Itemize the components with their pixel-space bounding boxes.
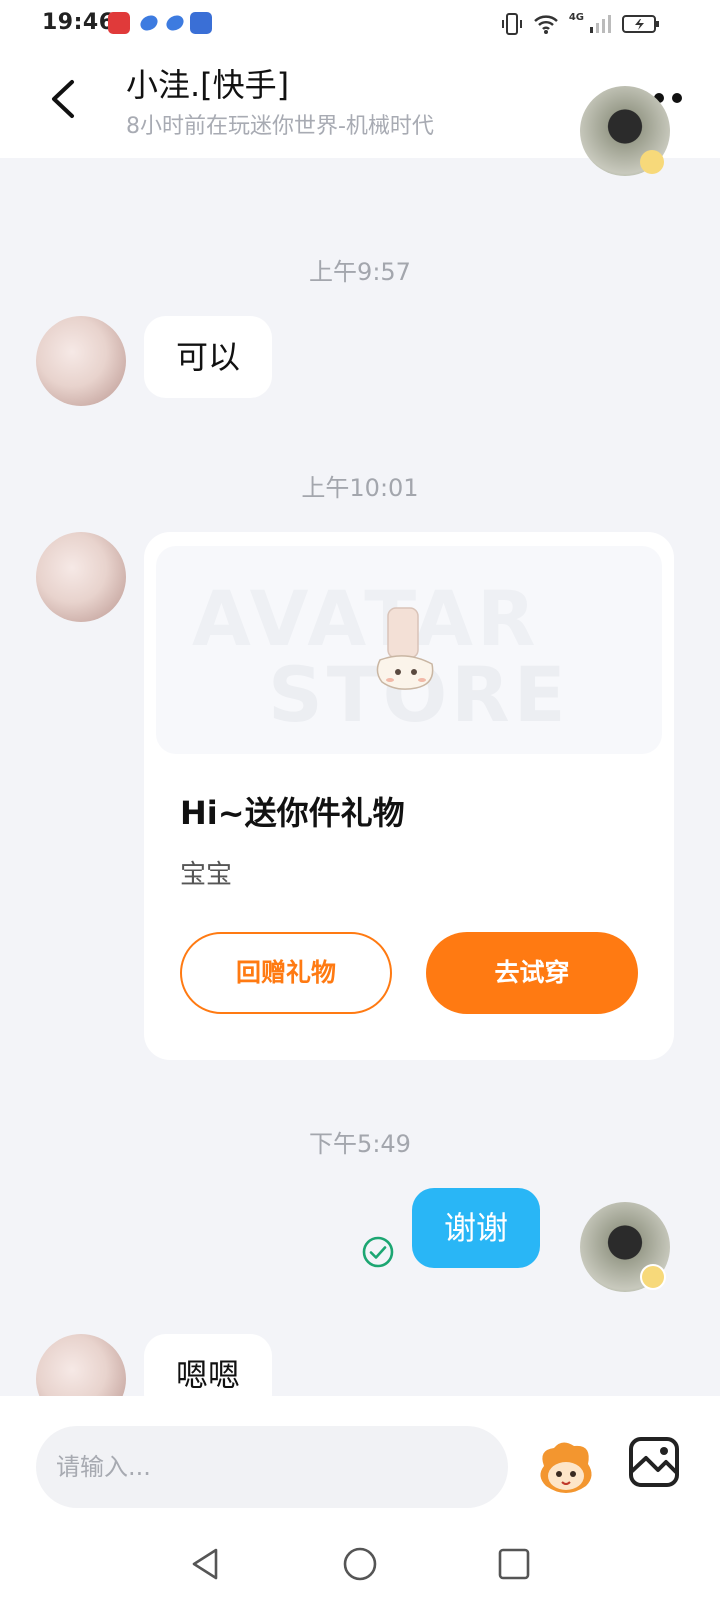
system-nav-bar: [0, 1514, 720, 1612]
avatar-badge-icon: [640, 150, 664, 174]
contact-name: 小洼.[快手]: [126, 66, 290, 104]
return-gift-button[interactable]: 回赠礼物: [180, 932, 392, 1014]
gift-preview-image[interactable]: AVATAR STORE: [156, 546, 662, 754]
avatar-badge-icon: [640, 1264, 666, 1290]
netease-music-notification-icon: [108, 12, 130, 34]
network-type-label: 4G: [568, 12, 584, 23]
try-on-button[interactable]: 去试穿: [426, 932, 638, 1014]
nav-recents-button[interactable]: [496, 1546, 532, 1582]
emoji-button[interactable]: [534, 1436, 598, 1500]
nav-back-icon: [192, 1548, 218, 1580]
signal-icon: [590, 15, 611, 33]
back-arrow-icon: [52, 80, 74, 118]
status-time: 19:46: [42, 10, 115, 35]
image-picker-button[interactable]: [628, 1436, 680, 1488]
contact-avatar[interactable]: [36, 532, 126, 622]
back-button[interactable]: [44, 74, 84, 124]
gift-title: Hi~送你件礼物: [180, 794, 405, 832]
gift-item-icon: [376, 607, 434, 690]
gift-subtitle: 宝宝: [180, 860, 233, 890]
message-timestamp: 上午9:57: [309, 258, 411, 286]
message-timestamp: 上午10:01: [301, 474, 419, 502]
nav-home-icon: [343, 1547, 377, 1581]
read-check-icon: [362, 1236, 394, 1268]
app-notification-icon: [190, 12, 212, 34]
message-timestamp: 下午5:49: [309, 1130, 411, 1158]
wifi-icon: [534, 15, 558, 34]
nav-back-button[interactable]: [188, 1546, 224, 1582]
image-icon: [629, 1437, 679, 1487]
incoming-message[interactable]: 可以: [144, 316, 273, 398]
vibrate-icon: [501, 13, 522, 35]
battery-icon: [622, 15, 659, 33]
status-indicators: 4G: [501, 12, 660, 36]
message-input-bar: 请输入...: [0, 1396, 720, 1514]
app-notification-icon: [164, 12, 186, 34]
contact-status: 8小时前在玩迷你世界-机械时代: [126, 114, 434, 139]
nav-recents-icon: [498, 1548, 530, 1580]
status-bar: 19:46 4G: [0, 0, 720, 48]
outgoing-message[interactable]: 谢谢: [412, 1188, 541, 1268]
gift-card[interactable]: AVATAR STORE Hi~送你件礼物 宝宝 回赠礼物 去试穿: [144, 532, 674, 1060]
nav-home-button[interactable]: [342, 1546, 378, 1582]
message-input[interactable]: 请输入...: [36, 1426, 508, 1508]
contact-avatar[interactable]: [36, 316, 126, 406]
app-notification-icon: [138, 12, 160, 34]
emoji-icon: [540, 1442, 592, 1493]
